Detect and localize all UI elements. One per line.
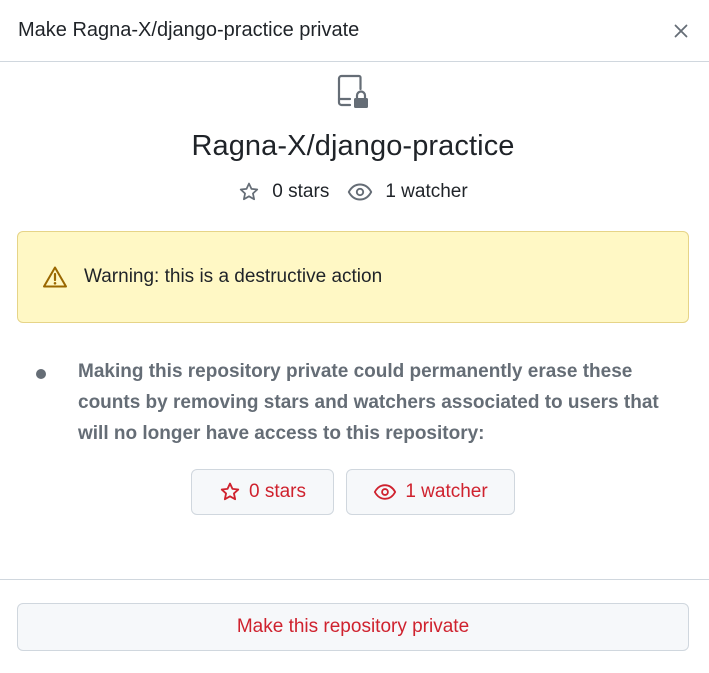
repo-icon-container — [17, 62, 689, 114]
stars-button[interactable]: 0 stars — [191, 469, 334, 515]
close-button[interactable] — [667, 17, 695, 45]
eye-icon — [374, 484, 397, 500]
make-private-dialog: Make Ragna-X/django-practice private Rag… — [0, 0, 709, 673]
watchers-count-label: 1 watcher — [385, 181, 468, 202]
stars-button-label: 0 stars — [248, 481, 307, 502]
watchers-count: 1 watcher — [347, 181, 468, 203]
watchers-button-label: 1 watcher — [405, 481, 488, 502]
dialog-title: Make Ragna-X/django-practice private — [18, 19, 360, 41]
notice-list-item: Making this repository private could per… — [17, 357, 689, 449]
warning-flash: Warning: this is a destructive action — [17, 231, 689, 323]
dialog-header: Make Ragna-X/django-practice private — [0, 0, 709, 62]
x-icon — [674, 24, 688, 37]
star-icon — [220, 482, 240, 501]
stars-count-label: 0 stars — [272, 181, 330, 202]
dialog-footer: Make this repository private — [0, 579, 709, 651]
notice-text: Making this repository private could per… — [78, 361, 659, 444]
repo-locked-icon — [337, 74, 368, 108]
eye-icon — [348, 183, 373, 201]
stars-count: 0 stars — [238, 181, 329, 203]
repo-counts: 0 stars 1 watcher — [17, 181, 689, 203]
make-private-button[interactable]: Make this repository private — [17, 603, 689, 651]
warning-text: Warning: this is a destructive action — [84, 266, 383, 287]
repo-name: Ragna-X/django-practice — [191, 130, 515, 162]
count-buttons: 0 stars 1 watcher — [17, 469, 689, 515]
alert-triangle-icon — [43, 266, 67, 288]
dialog-body: Ragna-X/django-practice 0 stars 1 watche… — [0, 62, 709, 515]
watchers-button[interactable]: 1 watcher — [346, 469, 515, 515]
star-icon — [240, 182, 259, 201]
bullet-dot — [36, 369, 46, 379]
